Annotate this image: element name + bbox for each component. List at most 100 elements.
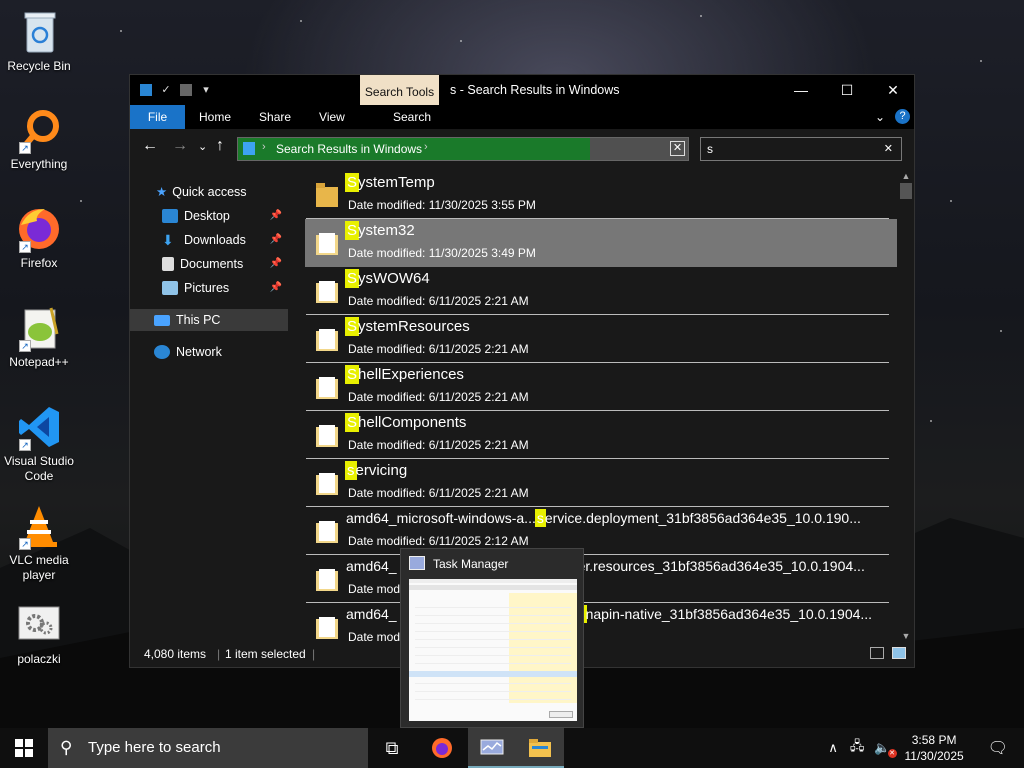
vertical-scrollbar[interactable]: ▲ ▼: [898, 171, 914, 641]
match-highlight: S: [344, 221, 360, 240]
nav-documents[interactable]: Documents 📌: [130, 253, 288, 275]
properties-icon[interactable]: ✓: [159, 83, 173, 97]
back-arrow-icon[interactable]: ←: [142, 137, 158, 155]
desktop-icon-notepadpp[interactable]: ↗ Notepad++: [2, 304, 76, 370]
documents-icon: [162, 257, 174, 271]
up-arrow-icon[interactable]: ↑: [216, 137, 224, 155]
folder-icon: [316, 569, 338, 591]
title-bar: ✓ ▾ s - Search Results in Windows — ☐ ✕: [130, 75, 914, 105]
nav-network[interactable]: Network: [130, 341, 288, 363]
list-item[interactable]: amd64_ ver.resources_31bf3856ad364e35_10.…: [306, 555, 889, 603]
everything-icon: ↗: [15, 106, 63, 154]
taskbar-search-placeholder: Type here to search: [88, 739, 221, 756]
status-divider: |: [217, 647, 221, 661]
tab-view[interactable]: View: [305, 105, 359, 129]
star-icon: ★: [156, 185, 168, 199]
nav-quick-access[interactable]: ★ Quick access: [130, 181, 288, 203]
list-item[interactable]: amd64_microsoft-windows-a...service.depl…: [306, 507, 889, 555]
explorer-app-icon: [140, 84, 152, 96]
maximize-button[interactable]: ☐: [824, 75, 870, 105]
action-center-icon[interactable]: 🗨: [988, 738, 1008, 758]
desktop-icon-vlc[interactable]: ↗ VLC media player: [2, 502, 76, 583]
vscode-label: Visual Studio Code: [4, 454, 74, 483]
stop-search-icon[interactable]: ✕: [670, 141, 685, 156]
desktop-icon-everything[interactable]: ↗ Everything: [2, 106, 76, 172]
tab-share[interactable]: Share: [245, 105, 305, 129]
show-hidden-icons-icon[interactable]: ∧: [828, 740, 838, 756]
item-date: Date modified: 6/11/2025 2:21 AM: [348, 390, 529, 404]
match-highlight: s: [534, 509, 546, 527]
address-bar[interactable]: › Search Results in Windows › ✕: [237, 137, 689, 161]
list-item-selected[interactable]: System32 Date modified: 11/30/2025 3:49 …: [305, 219, 897, 267]
task-manager-icon: [409, 556, 425, 570]
close-button[interactable]: ✕: [870, 75, 916, 105]
tab-file[interactable]: File: [130, 105, 185, 129]
list-item[interactable]: SystemTemp Date modified: 11/30/2025 3:5…: [306, 171, 889, 219]
task-view-icon: ⧉: [385, 738, 399, 758]
tab-search[interactable]: Search: [379, 105, 445, 129]
item-name: ver.resources_31bf3856ad364e35_10.0.1904…: [570, 558, 865, 574]
new-folder-icon[interactable]: [180, 84, 192, 96]
desktop-icon-firefox[interactable]: ↗ Firefox: [2, 205, 76, 271]
item-date: Date modified: 6/11/2025 2:21 AM: [348, 342, 529, 356]
notepadpp-label: Notepad++: [9, 355, 69, 369]
nav-this-pc-label: This PC: [176, 313, 221, 327]
task-manager-preview: [409, 579, 577, 721]
large-icons-view-icon[interactable]: [892, 647, 906, 659]
start-button[interactable]: [0, 728, 48, 768]
scroll-up-icon[interactable]: ▲: [898, 171, 914, 181]
tab-home[interactable]: Home: [185, 105, 245, 129]
search-input[interactable]: s: [707, 142, 713, 156]
clock[interactable]: 3:58 PM 11/30/2025: [905, 732, 964, 764]
search-box[interactable]: s ✕: [700, 137, 902, 161]
taskbar-file-explorer[interactable]: [516, 728, 564, 768]
forward-arrow-icon[interactable]: →: [172, 137, 188, 155]
pin-icon: 📌: [269, 210, 282, 221]
taskbar-task-manager[interactable]: [468, 728, 516, 768]
clear-search-icon[interactable]: ✕: [884, 142, 893, 155]
task-view-button[interactable]: ⧉: [368, 728, 416, 768]
scroll-down-icon[interactable]: ▼: [898, 631, 914, 641]
nav-network-label: Network: [176, 345, 222, 359]
folder-icon: [316, 281, 338, 303]
match-highlight: S: [344, 413, 360, 432]
desktop-icon-polaczki[interactable]: polaczki: [2, 601, 76, 667]
volume-muted-icon[interactable]: 🔈 ✕: [874, 740, 897, 758]
recent-locations-icon[interactable]: ⌄: [198, 140, 207, 153]
match-highlight: s: [345, 461, 357, 480]
ribbon-expand-icon[interactable]: ⌄: [875, 110, 885, 124]
scrollbar-thumb[interactable]: [900, 183, 912, 199]
list-item[interactable]: ShellComponents Date modified: 6/11/2025…: [306, 411, 889, 459]
search-location-icon: [243, 142, 255, 155]
computer-icon: [154, 314, 170, 326]
taskbar-firefox[interactable]: [418, 728, 466, 768]
search-tools-label: Search Tools: [364, 85, 435, 99]
item-name-prefix: amd64_microsoft-windows-a...: [346, 510, 536, 526]
customize-toolbar-icon[interactable]: ▾: [199, 83, 213, 97]
list-item[interactable]: SystemResources Date modified: 6/11/2025…: [306, 315, 889, 363]
folder-icon: [316, 183, 338, 207]
task-manager-thumbnail[interactable]: Task Manager: [400, 548, 584, 728]
taskbar-search-box[interactable]: ⚲ Type here to search: [48, 728, 368, 768]
list-item[interactable]: servicing Date modified: 6/11/2025 2:21 …: [306, 459, 889, 507]
item-date: Date modified: 6/11/2025 2:21 AM: [348, 486, 529, 500]
help-icon[interactable]: ?: [895, 109, 910, 124]
list-item[interactable]: SysWOW64 Date modified: 6/11/2025 2:21 A…: [306, 267, 889, 315]
breadcrumb-chevron-icon: ›: [262, 141, 266, 153]
desktop-icon-vscode[interactable]: ↗ Visual Studio Code: [2, 403, 76, 484]
nav-downloads[interactable]: ⬇ Downloads 📌: [130, 229, 288, 251]
nav-desktop[interactable]: Desktop 📌: [130, 205, 288, 227]
list-item[interactable]: amd64_snapin-native_31bf3856ad364e35_10.…: [306, 603, 889, 641]
minimize-button[interactable]: —: [778, 75, 824, 105]
item-name: ervice.deployment_31bf3856ad364e35_10.0.…: [544, 510, 861, 526]
item-date: Date modified: 6/11/2025 2:21 AM: [348, 294, 529, 308]
item-date: Date modified: 6/11/2025 2:12 AM: [348, 534, 529, 548]
nav-this-pc[interactable]: This PC: [130, 309, 288, 331]
navigation-pane: ★ Quick access Desktop 📌 ⬇ Downloads 📌 D…: [130, 171, 290, 641]
desktop-icon-recycle-bin[interactable]: Recycle Bin: [2, 8, 76, 74]
nav-pictures[interactable]: Pictures 📌: [130, 277, 288, 299]
details-view-icon[interactable]: [870, 647, 884, 659]
list-item[interactable]: ShellExperiences Date modified: 6/11/202…: [306, 363, 889, 411]
network-icon[interactable]: 🖧: [850, 737, 865, 759]
network-icon: [154, 345, 170, 359]
